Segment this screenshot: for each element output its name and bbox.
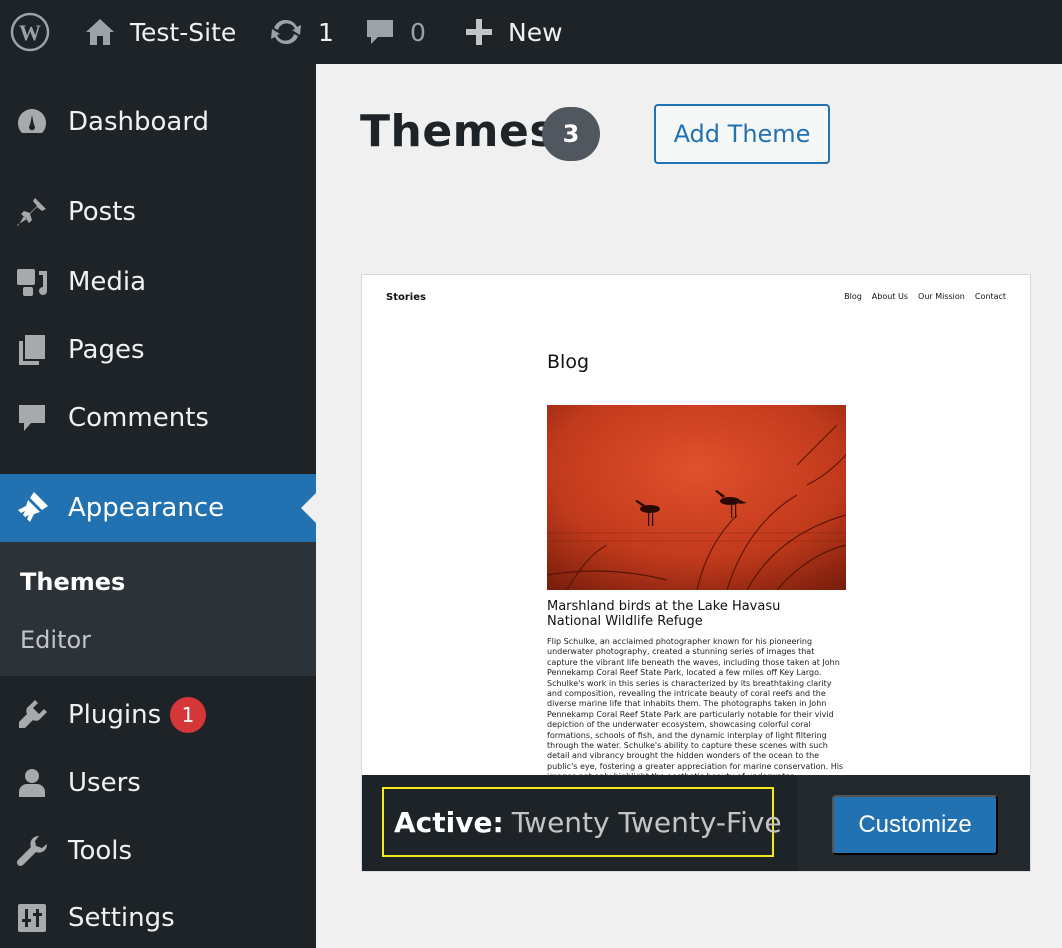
updates-icon [271,19,301,45]
site-name-link[interactable]: Test-Site [84,0,236,64]
svg-text:W: W [19,20,41,45]
theme-card[interactable]: Stories Blog About Us Our Mission Contac… [361,274,1031,872]
sidebar-item-media[interactable]: Media [0,252,316,312]
theme-name: Twenty Twenty-Five [511,805,782,839]
sidebar-item-label: Plugins [68,700,162,730]
sidebar-item-settings[interactable]: Settings [0,888,316,948]
pin-icon [14,194,50,230]
sidebar-item-appearance[interactable]: Appearance [0,474,316,542]
new-content-link[interactable]: New [464,0,563,64]
wrench-icon [14,833,50,869]
preview-heading: Blog [547,351,589,373]
page-title: Themes [360,106,557,157]
preview-post-body: Flip Schulke, an acclaimed photographer … [547,637,844,775]
active-theme-name: Active: Twenty Twenty-Five [382,787,782,857]
wordpress-icon: W [10,12,50,52]
preview-nav-item: About Us [871,292,909,301]
plugins-update-badge: 1 [170,697,206,733]
sidebar-item-label: Users [68,768,141,798]
user-icon [14,765,50,801]
preview-nav-item: Our Mission [918,292,965,301]
settings-icon [14,900,50,936]
sidebar-item-label: Posts [68,197,136,227]
preview-nav-item: Blog [844,292,862,301]
paintbrush-icon [14,490,50,526]
customize-button[interactable]: Customize [832,795,998,855]
submenu-item-editor[interactable]: Editor [20,626,91,654]
active-prefix: Active: [394,805,504,839]
media-icon [14,264,50,300]
sidebar-item-label: Appearance [68,493,225,523]
home-icon [86,19,114,45]
sidebar-item-comments[interactable]: Comments [0,388,316,448]
comments-count: 0 [410,17,426,47]
pages-icon [14,332,50,368]
sidebar-item-label: Dashboard [68,107,210,137]
sidebar-item-label: Tools [68,836,133,866]
sidebar-item-label: Media [68,267,147,297]
sidebar-item-users[interactable]: Users [0,752,316,814]
theme-count-badge: 3 [542,107,600,161]
sidebar-item-label: Pages [68,335,145,365]
comments-link[interactable]: 0 [364,0,426,64]
add-theme-button[interactable]: Add Theme [654,104,830,164]
comment-icon [14,400,50,436]
admin-sidebar: Dashboard Posts Media Pages Comments App… [0,64,316,948]
wordpress-logo-button[interactable]: W [10,0,50,64]
preview-bird-photo [547,405,846,590]
preview-post-title: Marshland birds at the Lake Havasu Natio… [547,599,781,629]
sidebar-item-dashboard[interactable]: Dashboard [0,92,316,152]
sidebar-item-posts[interactable]: Posts [0,182,316,242]
submenu-item-themes[interactable]: Themes [20,568,125,596]
preview-nav-item: Contact [974,292,1006,301]
theme-card-footer: Active: Twenty Twenty-Five Customize [362,775,1030,871]
updates-link[interactable]: 1 [268,0,334,64]
sidebar-item-label: Settings [68,903,175,933]
plus-icon [466,19,492,45]
updates-count: 1 [318,17,334,47]
dashboard-icon [14,104,50,140]
admin-bar: W Test-Site 1 0 New [0,0,1062,64]
sidebar-item-label: Comments [68,403,209,433]
sidebar-item-plugins[interactable]: Plugins 1 [0,684,316,746]
preview-site-title: Stories [386,292,426,303]
plugin-icon [14,697,50,733]
new-label: New [508,17,563,47]
preview-nav: Blog About Us Our Mission Contact [844,292,1006,301]
site-name: Test-Site [130,17,237,47]
sidebar-item-pages[interactable]: Pages [0,320,316,380]
theme-screenshot[interactable]: Stories Blog About Us Our Mission Contac… [362,275,1030,775]
sidebar-item-tools[interactable]: Tools [0,820,316,882]
appearance-submenu: Themes Editor [0,542,316,676]
comment-icon [367,20,393,44]
